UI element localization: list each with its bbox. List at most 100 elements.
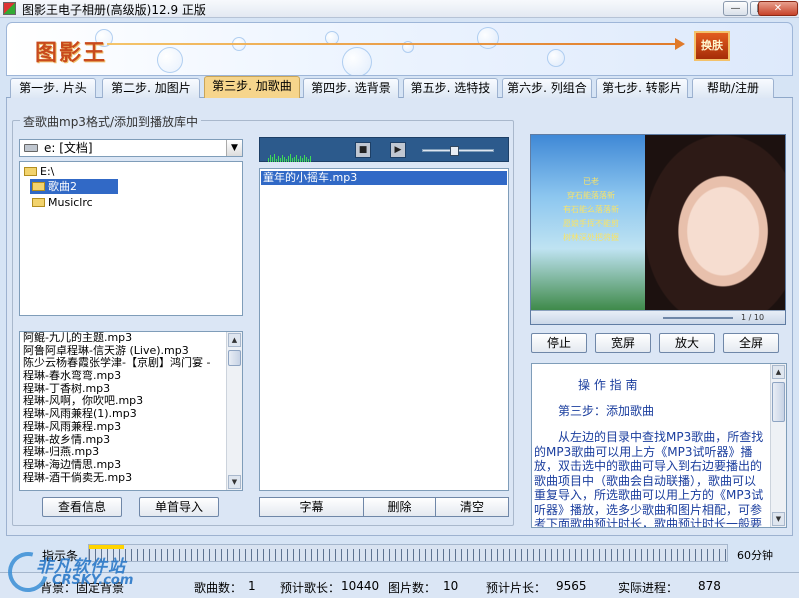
tab-step2[interactable]: 第二步. 加图片 — [102, 78, 200, 98]
guide-step: 第三步：添加歌曲 — [558, 404, 655, 418]
folder-open-icon — [32, 182, 45, 191]
preview-poem: 已老 穿石能落落新 有石能么落落新 愿娘手挥不能剪 树林深处把将握 — [541, 175, 641, 245]
watermark-sub: CRSKY.com — [52, 573, 134, 588]
list-item[interactable]: 程琳-春水弯弯.mp3 — [20, 370, 225, 383]
song-length-label: 预计歌长： — [280, 581, 341, 595]
drive-select[interactable]: e: [文档] ▼ — [19, 139, 243, 157]
stop-icon[interactable]: ■ — [355, 142, 371, 158]
tab-help[interactable]: 帮助/注册 — [692, 78, 774, 98]
bubble-decoration — [342, 47, 372, 75]
folder-icon — [32, 198, 45, 207]
preview-page: 1 / 10 — [741, 313, 765, 322]
poem-line: 有石能么落落新 — [563, 205, 619, 214]
film-length-label: 预计片长： — [486, 581, 547, 595]
image-count-label: 图片数： — [388, 581, 437, 595]
file-list-scrollbar[interactable]: ▲ ▼ — [226, 332, 242, 490]
tab-step7[interactable]: 第七步. 转影片 — [596, 78, 688, 98]
ruler-max: 60分钟 — [737, 549, 773, 562]
scroll-up-icon[interactable]: ▲ — [772, 365, 785, 379]
stop-button[interactable]: 停止 — [531, 333, 587, 353]
guide-scrollbar[interactable]: ▲ ▼ — [770, 364, 786, 527]
subtitle-button[interactable]: 字幕 — [260, 498, 364, 516]
list-item[interactable]: 程琳-海边情思.mp3 — [20, 459, 225, 472]
file-list[interactable]: 阿鲲-九儿的主题.mp3 阿鲁阿卓程琳-信天游 (Live).mp3 陈少云杨春… — [19, 331, 243, 491]
list-item[interactable]: 程琳-风雨兼程.mp3 — [20, 421, 225, 434]
progress-value: 878 — [698, 579, 721, 593]
playlist-item[interactable]: 童年的小摇车.mp3 — [261, 171, 507, 185]
view-info-button[interactable]: 查看信息 — [42, 497, 122, 517]
list-item[interactable]: 阿鲲-九儿的主题.mp3 — [20, 332, 225, 345]
song-count-label: 歌曲数： — [194, 581, 243, 595]
zoom-button[interactable]: 放大 — [659, 333, 715, 353]
chevron-down-icon[interactable]: ▼ — [226, 140, 242, 156]
tab-step3[interactable]: 第三步. 加歌曲 — [204, 76, 300, 99]
widescreen-button[interactable]: 宽屏 — [595, 333, 651, 353]
play-icon[interactable]: ▶ — [390, 142, 406, 158]
ruler-ticks — [89, 549, 727, 561]
scroll-down-icon[interactable]: ▼ — [228, 475, 241, 489]
skin-button[interactable]: 换肤 — [694, 31, 730, 61]
tab-step4[interactable]: 第四步. 选背景 — [303, 78, 399, 98]
list-item[interactable]: 陈少云杨春霞张学津-【京剧】鸿门宴 - — [20, 357, 225, 370]
directory-list[interactable]: E:\ 歌曲2 Musiclrc — [19, 161, 243, 316]
playlist[interactable]: 童年的小摇车.mp3 — [259, 168, 509, 491]
preview-slider[interactable] — [663, 317, 733, 319]
drive-icon — [24, 144, 38, 152]
volume-thumb[interactable] — [449, 146, 459, 156]
guide-title: 操 作 指 南 — [578, 378, 638, 392]
bubble-decoration — [547, 49, 565, 67]
preview-scene: 已老 穿石能落落新 有石能么落落新 愿娘手挥不能剪 树林深处把将握 — [531, 135, 645, 310]
playlist-actions: 字幕 删除 清空 — [259, 497, 509, 517]
list-item[interactable]: 程琳-丁香树.mp3 — [20, 383, 225, 396]
equalizer-display — [268, 148, 312, 162]
volume-slider[interactable] — [422, 146, 494, 156]
window-title: 图影王电子相册(高级版)12.9 正版 — [22, 3, 206, 17]
poem-line: 愿娘手挥不能剪 — [563, 219, 619, 228]
tab-step1[interactable]: 第一步. 片头 — [10, 78, 96, 98]
list-item[interactable]: 程琳-风雨兼程(1).mp3 — [20, 408, 225, 421]
arrow-icon — [675, 38, 685, 50]
poem-line: 穿石能落落新 — [567, 191, 615, 200]
list-item[interactable]: 程琳-归燕.mp3 — [20, 446, 225, 459]
guide-body: 从左边的目录中查找MP3歌曲，所查找的MP3歌曲可以用上方《MP3试听器》播放，… — [534, 430, 764, 528]
tab-step5[interactable]: 第五步. 选特技 — [403, 78, 498, 98]
import-song-button[interactable]: 单首导入 — [139, 497, 219, 517]
scroll-thumb[interactable] — [772, 382, 785, 422]
drive-value: e: [文档] — [44, 141, 93, 155]
list-item[interactable]: 程琳-风啊，你吹吧.mp3 — [20, 395, 225, 408]
music-group-legend: 查歌曲mp3格式/添加到播放库中 — [20, 113, 201, 130]
scroll-down-icon[interactable]: ▼ — [772, 512, 785, 526]
list-item[interactable]: 程琳-故乡情.mp3 — [20, 434, 225, 447]
preview-controls: 1 / 10 — [531, 310, 785, 324]
scroll-thumb[interactable] — [228, 350, 241, 366]
app-icon[interactable] — [3, 2, 16, 15]
bubble-decoration — [157, 47, 183, 73]
preview-photo — [645, 135, 785, 310]
banner-line — [107, 43, 677, 45]
scroll-up-icon[interactable]: ▲ — [228, 333, 241, 347]
clear-button[interactable]: 清空 — [436, 498, 508, 516]
delete-button[interactable]: 删除 — [364, 498, 436, 516]
operation-guide: 操 作 指 南 第三步：添加歌曲 从左边的目录中查找MP3歌曲，所查找的MP3歌… — [531, 363, 787, 528]
fullscreen-button[interactable]: 全屏 — [723, 333, 779, 353]
tab-step6[interactable]: 第六步. 列组合 — [502, 78, 592, 98]
list-item[interactable]: 程琳-酒干倘卖无.mp3 — [20, 472, 225, 485]
image-count: 10 — [443, 579, 459, 593]
dir-item[interactable]: Musiclrc — [30, 195, 120, 210]
poem-title: 已老 — [583, 177, 599, 186]
song-count: 1 — [248, 579, 256, 593]
minimize-button[interactable]: — — [723, 1, 748, 16]
ruler-track — [88, 544, 728, 562]
dir-item[interactable]: E:\ — [22, 164, 112, 179]
banner: 图影王 换肤 — [6, 22, 793, 76]
mp3-player: ■ ▶ — [259, 137, 509, 162]
album-preview: 已老 穿石能落落新 有石能么落落新 愿娘手挥不能剪 树林深处把将握 1 / 10 — [530, 134, 786, 325]
watermark-logo: 非凡软件站 CRSKY.com — [0, 544, 156, 598]
list-item[interactable]: 阿鲁阿卓程琳-信天游 (Live).mp3 — [20, 345, 225, 358]
bubble-decoration — [477, 27, 499, 49]
film-length: 9565 — [556, 579, 587, 593]
step-tabs: 第一步. 片头 第二步. 加图片 第三步. 加歌曲 第四步. 选背景 第五步. … — [6, 76, 793, 99]
app-logo: 图影王 — [35, 40, 108, 66]
dir-item[interactable]: 歌曲2 — [30, 179, 118, 194]
close-button[interactable]: ✕ — [758, 1, 798, 16]
